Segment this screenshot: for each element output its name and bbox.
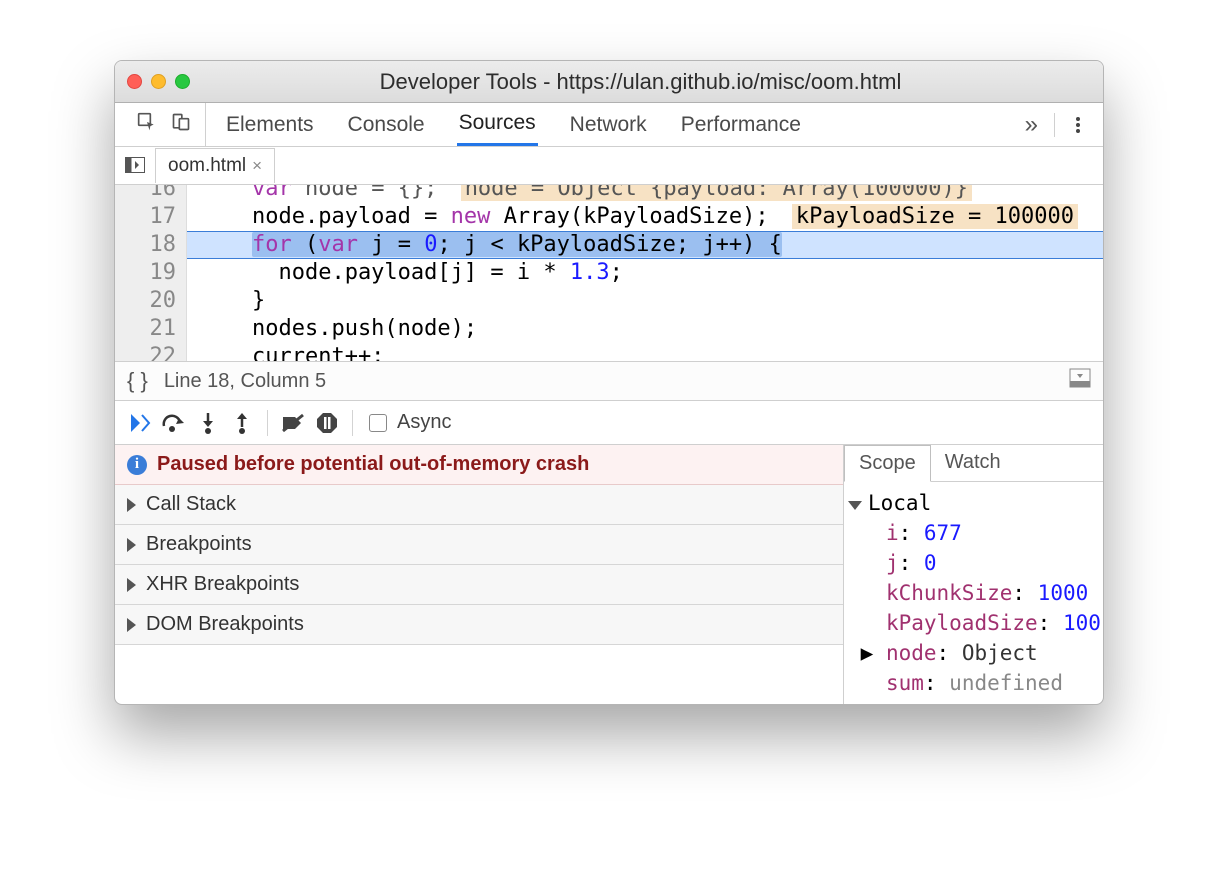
inspect-element-icon[interactable] [137, 112, 157, 138]
scope-var-node[interactable]: ▶ node: Object [848, 638, 1097, 668]
tab-elements[interactable]: Elements [224, 105, 316, 145]
inline-value-hint: kPayloadSize = 100000 [792, 204, 1078, 229]
debugger-lower-panes: i Paused before potential out-of-memory … [115, 445, 1103, 704]
section-call-stack[interactable]: Call Stack [115, 485, 843, 525]
section-xhr-breakpoints[interactable]: XHR Breakpoints [115, 565, 843, 605]
debugger-right-pane: ScopeWatch Local i: 677 j: 0 kChunkSize:… [843, 445, 1103, 704]
async-label: Async [397, 411, 451, 434]
devtools-window: Developer Tools - https://ulan.github.io… [114, 60, 1104, 705]
code-line-22[interactable]: 22 current++; [115, 343, 1103, 361]
section-dom-breakpoints[interactable]: DOM Breakpoints [115, 605, 843, 645]
tab-sources[interactable]: Sources [457, 103, 538, 146]
device-toggle-icon[interactable] [171, 112, 191, 138]
step-over-button[interactable] [157, 406, 191, 440]
line-number[interactable]: 17 [115, 203, 187, 231]
inline-value-hint: node = Object {payload: Array(100000)} [461, 185, 972, 201]
step-into-button[interactable] [191, 406, 225, 440]
file-tab-oom-html[interactable]: oom.html × [155, 148, 275, 183]
disclosure-triangle-icon [127, 538, 136, 552]
drawer-toggle-icon[interactable] [1069, 368, 1091, 394]
zoom-window-button[interactable] [175, 74, 190, 89]
debugger-toolbar: Async [115, 401, 1103, 445]
resume-button[interactable] [123, 406, 157, 440]
scope-variables: Local i: 677 j: 0 kChunkSize: 1000 kPayl… [844, 482, 1103, 704]
sources-file-tabs: oom.html × [115, 147, 1103, 185]
tab-console[interactable]: Console [346, 105, 427, 145]
scope-tab-watch[interactable]: Watch [931, 445, 1015, 481]
source-code-view[interactable]: 16 var node = {}; node = Object {payload… [115, 185, 1103, 361]
line-number[interactable]: 16 [115, 185, 187, 203]
tab-performance[interactable]: Performance [679, 105, 803, 145]
disclosure-triangle-icon [127, 618, 136, 632]
window-title: Developer Tools - https://ulan.github.io… [190, 69, 1091, 95]
kebab-menu-icon[interactable] [1071, 115, 1085, 135]
scope-var-kPayloadSize[interactable]: kPayloadSize: 100 [848, 608, 1097, 638]
section-breakpoints[interactable]: Breakpoints [115, 525, 843, 565]
line-number[interactable]: 21 [115, 315, 187, 343]
async-checkbox[interactable]: Async [369, 411, 451, 434]
devtools-toolbar: Elements Console Sources Network Performance… [115, 103, 1103, 147]
info-icon: i [127, 455, 147, 475]
pause-on-exceptions-button[interactable] [310, 406, 344, 440]
scope-group-local[interactable]: Local [848, 488, 1097, 518]
show-navigator-icon[interactable] [115, 153, 155, 179]
scope-var-j[interactable]: j: 0 [848, 548, 1097, 578]
code-line-17[interactable]: 17 node.payload = new Array(kPayloadSize… [115, 203, 1103, 231]
pause-message-banner: i Paused before potential out-of-memory … [115, 445, 843, 485]
code-line-20[interactable]: 20 } [115, 287, 1103, 315]
code-line-21[interactable]: 21 nodes.push(node); [115, 315, 1103, 343]
line-number[interactable]: 22 [115, 343, 187, 361]
scope-var-kChunkSize[interactable]: kChunkSize: 1000 [848, 578, 1097, 608]
line-number[interactable]: 19 [115, 259, 187, 287]
code-line-16[interactable]: 16 var node = {}; node = Object {payload… [115, 185, 1103, 203]
pause-message-text: Paused before potential out-of-memory cr… [157, 453, 589, 476]
titlebar: Developer Tools - https://ulan.github.io… [115, 61, 1103, 103]
line-number[interactable]: 18 [115, 231, 187, 259]
tab-network[interactable]: Network [568, 105, 649, 145]
checkbox-icon [369, 414, 387, 432]
close-tab-icon[interactable]: × [252, 156, 262, 176]
code-line-19[interactable]: 19 node.payload[j] = i * 1.3; [115, 259, 1103, 287]
window-controls [127, 74, 190, 89]
scope-var-sum[interactable]: sum: undefined [848, 668, 1097, 698]
minimize-window-button[interactable] [151, 74, 166, 89]
disclosure-triangle-icon [127, 498, 136, 512]
debugger-left-pane: i Paused before potential out-of-memory … [115, 445, 843, 704]
pretty-print-icon[interactable]: { } [127, 368, 148, 394]
line-number[interactable]: 20 [115, 287, 187, 315]
disclosure-triangle-icon [127, 578, 136, 592]
cursor-position-label: Line 18, Column 5 [164, 370, 326, 393]
file-tab-label: oom.html [168, 155, 246, 177]
more-tabs-button[interactable]: » [1025, 111, 1038, 139]
step-out-button[interactable] [225, 406, 259, 440]
source-status-bar: { } Line 18, Column 5 [115, 361, 1103, 401]
deactivate-breakpoints-button[interactable] [276, 406, 310, 440]
scope-tab-scope[interactable]: Scope [844, 445, 931, 482]
code-line-18[interactable]: 18 for (var j = 0; j < kPayloadSize; j++… [115, 231, 1103, 259]
scope-var-i[interactable]: i: 677 [848, 518, 1097, 548]
close-window-button[interactable] [127, 74, 142, 89]
